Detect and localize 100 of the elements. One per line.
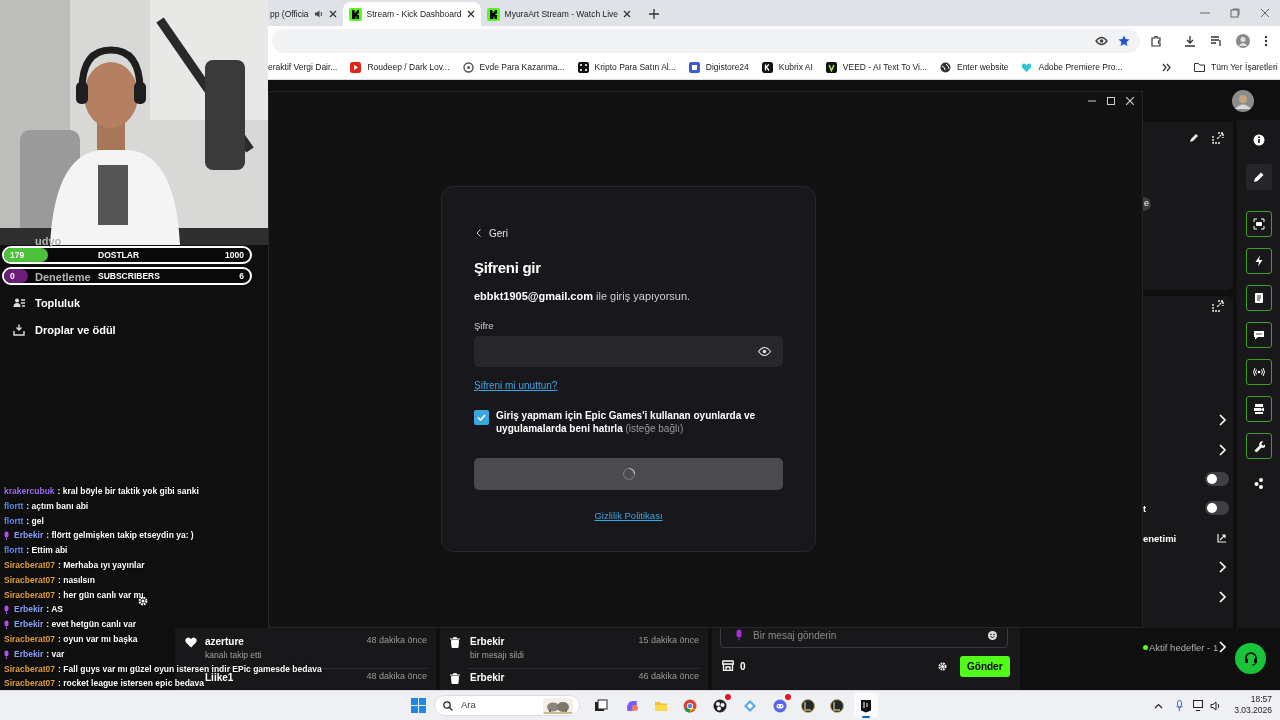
privacy-policy-link[interactable]: Gizlilik Politikası <box>594 509 663 524</box>
support-button[interactable] <box>1235 643 1266 674</box>
chat-username: flortt <box>4 544 24 557</box>
remember-label: Giriş yapmam için Epic Games'i kullanan oyunlarda ve uygulamalarda beni hatırla (isteğe bağlı) <box>496 409 757 435</box>
chat-input[interactable]: Bir mesaj gönderin <box>753 627 978 643</box>
start-icon[interactable] <box>411 698 426 713</box>
checkbox[interactable] <box>474 410 489 425</box>
kick-logo-icon <box>486 7 500 21</box>
all-bookmarks[interactable]: Tüm Yer İşaretleri <box>1194 61 1278 74</box>
profile-avatar-icon[interactable] <box>1236 34 1250 48</box>
download-icon[interactable] <box>1184 35 1196 47</box>
bookmark[interactable]: VEED - AI Text To Vi... <box>825 61 927 74</box>
chat-username: Siracberat07 <box>4 662 56 676</box>
tab-title: pp (Officia <box>270 7 309 21</box>
maximize-icon[interactable] <box>1107 97 1115 105</box>
taskbar-app[interactable] <box>854 693 878 718</box>
volume-icon[interactable] <box>1210 701 1221 711</box>
gear-icon[interactable] <box>138 596 148 606</box>
send-button[interactable]: Gönder <box>960 656 1010 677</box>
chat-message: : Fall guys var mı güzel oyun istersen indir EPic gamesde bedava <box>58 662 322 674</box>
activity-text: kanalı takip etti <box>205 649 262 662</box>
bookmark[interactable]: Digistore24 <box>688 61 749 74</box>
sidebar-label: Denetleme <box>35 270 91 285</box>
chat-app-icon <box>773 698 787 713</box>
field-label: Şifre <box>474 319 495 331</box>
chevron-right-icon[interactable] <box>1219 444 1226 456</box>
eye-icon[interactable] <box>1095 36 1108 46</box>
popout-icon[interactable] <box>1212 132 1224 144</box>
toggle-switch[interactable] <box>1205 501 1229 515</box>
browser-tab[interactable]: MyuraArt Stream - Watch Live <box>480 2 638 26</box>
store-icon[interactable] <box>722 660 734 671</box>
network-icon[interactable] <box>1193 700 1205 711</box>
activity-text: bir mesajı sildi <box>470 649 524 662</box>
chevron-right-icon[interactable] <box>1219 591 1226 603</box>
forgot-password-link[interactable]: Şifreni mi unuttun? <box>474 378 558 390</box>
chat-message: : var <box>46 647 65 661</box>
bookmark[interactable]: Adobe Premiere Pro... <box>1021 61 1123 74</box>
pencil-icon[interactable] <box>1189 133 1199 143</box>
chevron-up-icon[interactable] <box>1154 703 1163 709</box>
pencil-icon <box>1252 171 1265 183</box>
chevron-right-icon[interactable] <box>1219 414 1226 426</box>
chevron-right-icon[interactable] <box>1219 561 1226 573</box>
activity-username: azerture <box>205 635 244 649</box>
search-placeholder: Ara <box>461 698 477 713</box>
bookmark[interactable]: Evde Para Kazanma... <box>462 61 565 74</box>
rail-button[interactable] <box>1245 285 1272 311</box>
clock-date: 3.03.2026 <box>1234 705 1272 716</box>
minimize-icon[interactable] <box>1088 97 1096 105</box>
rail-button[interactable] <box>1245 433 1272 459</box>
bookmark[interactable]: Kripto Para Satın Al... <box>577 61 676 74</box>
chevron-right-icon[interactable] <box>1219 641 1226 653</box>
chat-message: : AS <box>46 603 63 617</box>
rail-button[interactable] <box>1245 396 1272 422</box>
bookmark-icon <box>825 62 837 73</box>
microphone-icon[interactable] <box>1176 700 1183 711</box>
emoji-icon[interactable] <box>988 630 997 640</box>
bookmark[interactable]: Kubrix AI <box>761 61 813 74</box>
bookmark[interactable]: Enter website <box>939 61 1009 74</box>
chat-username: Siracberat07 <box>4 633 56 646</box>
goal-target: 6 <box>239 270 244 283</box>
rail-button[interactable] <box>1245 248 1272 274</box>
account-text: ebbkt1905@gmail.com ile giriş yapıyorsun. <box>474 289 692 302</box>
rail-button[interactable] <box>1245 164 1272 190</box>
chat-bubble-icon <box>1252 329 1265 341</box>
close-icon[interactable] <box>466 10 475 18</box>
search-field[interactable]: Ara <box>434 695 580 716</box>
gear-icon[interactable] <box>938 662 947 671</box>
star-icon[interactable] <box>1118 35 1130 47</box>
back-button[interactable]: Geri <box>474 225 508 241</box>
browser-tab[interactable]: Stream - Kick Dashboard <box>342 2 481 26</box>
browser-tab[interactable]: pp (Officia <box>268 2 343 26</box>
popout-icon[interactable] <box>1212 300 1224 312</box>
setting-label: enetimi <box>1143 532 1177 546</box>
extensions-icon[interactable] <box>1150 35 1162 47</box>
avatar-icon[interactable] <box>1232 90 1254 112</box>
external-link-icon[interactable] <box>1217 533 1227 543</box>
info-icon <box>1252 134 1265 146</box>
password-field[interactable] <box>474 336 783 367</box>
chat-message: : gel <box>26 514 44 528</box>
trash-icon <box>450 637 460 648</box>
sidebar-item[interactable]: Droplar ve ödül <box>13 322 116 339</box>
chevron-left-icon <box>476 229 481 237</box>
new-tab-icon[interactable] <box>649 9 660 19</box>
rail-button[interactable] <box>1245 211 1272 237</box>
rail-button[interactable] <box>1245 322 1272 348</box>
toggle-switch[interactable] <box>1205 472 1229 486</box>
kick-logo-icon <box>348 7 362 21</box>
close-icon[interactable] <box>623 10 632 18</box>
restore-icon[interactable] <box>1230 8 1240 18</box>
bookmark[interactable]: eraktif Vergi Dair... <box>268 61 338 74</box>
bookmark[interactable]: Roudeep / Dark Lov... <box>350 61 450 74</box>
chat-username: krakercubuk <box>4 485 55 498</box>
menu-icon[interactable] <box>1264 35 1268 47</box>
close-icon[interactable] <box>328 10 337 18</box>
game-icon <box>801 698 815 713</box>
chevrons-icon[interactable] <box>1162 63 1171 72</box>
chat-message: : kral böyle bir taktik yok gibi sanki <box>57 485 199 498</box>
rail-button[interactable] <box>1245 359 1272 385</box>
media-icon[interactable] <box>1210 35 1222 47</box>
sidebar-item[interactable]: Topluluk <box>13 295 80 312</box>
